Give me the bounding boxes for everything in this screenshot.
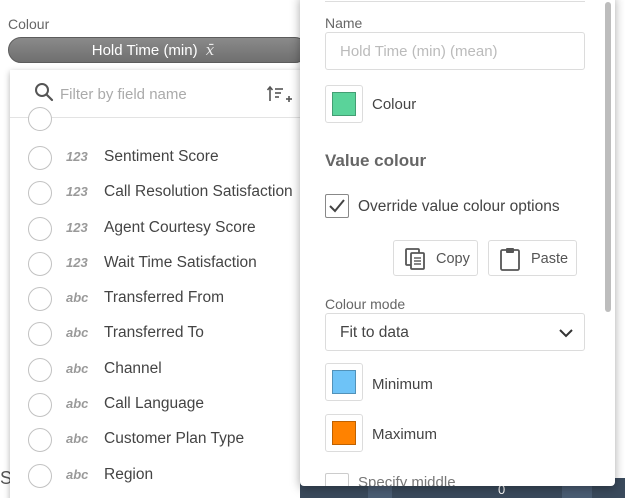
minimum-colour-button[interactable]	[325, 363, 363, 401]
colour-mode-select[interactable]: Fit to data	[325, 313, 585, 351]
mean-aggregation-icon[interactable]: x̄	[206, 41, 214, 59]
name-label: Name	[325, 15, 363, 31]
field-name: Channel	[104, 359, 162, 377]
field-type-badge: 123	[66, 254, 88, 270]
field-name: Transferred To	[104, 324, 204, 342]
field-list-item[interactable]: abc Channel	[10, 352, 310, 387]
maximum-label: Maximum	[372, 426, 438, 443]
value-colour-heading: Value colour	[325, 151, 427, 170]
field-name: Call Resolution Satisfaction	[104, 183, 293, 201]
field-radio[interactable]	[28, 287, 52, 312]
field-type-badge: 123	[66, 184, 88, 200]
name-input[interactable]	[325, 32, 585, 70]
field-name: Customer Plan Type	[104, 430, 245, 448]
field-type-badge: abc	[66, 466, 89, 482]
colour-mode-value: Fit to data	[340, 324, 409, 341]
colour-swatch-button[interactable]	[325, 85, 363, 123]
field-list-item[interactable]: abc Transferred From	[10, 281, 310, 316]
field-radio[interactable]	[28, 322, 52, 347]
specify-middle-label: Specify middle	[358, 474, 456, 486]
properties-panel: Name Colour Value colour Override value …	[300, 0, 615, 486]
field-list-item[interactable]: 123 Agent Courtesy Score	[10, 211, 310, 246]
field-radio[interactable]	[28, 181, 52, 206]
field-radio[interactable]	[28, 216, 52, 241]
filter-row	[10, 70, 310, 118]
field-name: Region	[104, 465, 154, 483]
field-name: Agent Courtesy Score	[104, 218, 256, 236]
field-type-badge: abc	[66, 325, 89, 341]
colour-swatch-label: Colour	[372, 96, 417, 113]
field-name: Sentiment Score	[104, 148, 219, 165]
field-radio[interactable]	[28, 357, 52, 382]
field-list-item[interactable]: 123 Sentiment Score	[10, 140, 310, 175]
paste-icon	[500, 248, 520, 271]
field-list-item[interactable]: abc Transferred To	[10, 316, 310, 351]
specify-middle-checkbox[interactable]	[325, 473, 349, 486]
field-type-badge: abc	[66, 290, 89, 306]
field-name: Wait Time Satisfaction	[104, 253, 257, 271]
field-radio[interactable]	[28, 393, 52, 418]
minimum-label: Minimum	[372, 376, 433, 393]
colour-label: Colour	[8, 16, 50, 32]
field-name: Call Language	[104, 395, 204, 413]
field-radio[interactable]	[28, 428, 52, 453]
maximum-swatch	[332, 421, 356, 445]
copy-label: Copy	[436, 251, 470, 267]
override-label: Override value colour options	[358, 198, 560, 215]
field-list-item[interactable]: abc Region	[10, 458, 310, 493]
checkmark-icon	[329, 199, 345, 213]
filter-input[interactable]	[60, 82, 260, 106]
paste-label: Paste	[531, 251, 569, 267]
copy-button[interactable]: Copy	[393, 240, 478, 276]
minimum-swatch	[332, 370, 356, 394]
field-picker-dropdown: 123 Sentiment Score 123 Call Resolution …	[10, 70, 310, 498]
field-list-item[interactable]: 123 Call Resolution Satisfaction	[10, 175, 310, 210]
paste-button[interactable]: Paste	[488, 240, 577, 276]
field-list-item[interactable]: abc Call Language	[10, 387, 310, 422]
field-list: 123 Sentiment Score 123 Call Resolution …	[10, 107, 310, 493]
pill-label: Hold Time (min)	[91, 42, 198, 59]
colour-swatch	[332, 92, 356, 116]
field-list-item[interactable]: abc Customer Plan Type	[10, 422, 310, 457]
field-name: Transferred From	[104, 289, 225, 307]
field-type-badge: 123	[66, 149, 88, 164]
maximum-colour-button[interactable]	[325, 414, 363, 452]
override-checkbox[interactable]	[325, 194, 349, 218]
field-type-badge: abc	[66, 431, 89, 447]
search-icon	[35, 83, 54, 102]
copy-icon	[405, 248, 425, 270]
colour-mode-label: Colour mode	[325, 296, 406, 312]
field-radio[interactable]	[28, 251, 52, 276]
field-list-item[interactable]: 123 Wait Time Satisfaction	[10, 246, 310, 281]
radio-button[interactable]	[28, 107, 52, 131]
field-radio[interactable]	[28, 146, 52, 170]
colour-field-pill[interactable]: Hold Time (min) x̄	[8, 37, 308, 63]
divider	[325, 0, 585, 2]
field-type-badge: abc	[66, 396, 89, 412]
field-type-badge: abc	[66, 360, 89, 376]
field-radio[interactable]	[28, 463, 52, 488]
field-type-badge: 123	[66, 219, 88, 235]
sort-fields-icon[interactable]	[266, 84, 294, 106]
list-item-partial[interactable]	[10, 107, 310, 140]
chevron-down-icon	[559, 329, 573, 338]
scrollbar-thumb[interactable]	[605, 2, 611, 312]
